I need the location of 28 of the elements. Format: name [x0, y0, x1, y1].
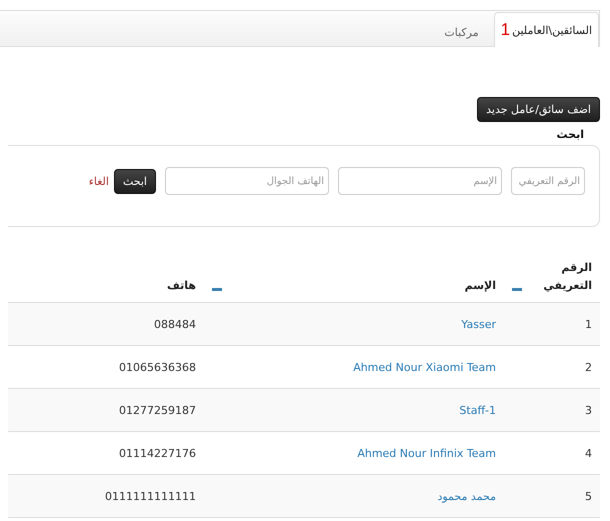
add-driver-button[interactable]: اضف سائق/عامل جديد: [477, 97, 600, 122]
search-field[interactable]: الرقم التعريفي: [511, 167, 585, 195]
column-header: الإسم: [464, 278, 496, 294]
table-cell-text: 0111111111111: [104, 490, 196, 503]
name-link[interactable]: Yasser: [461, 318, 496, 331]
table-cell-text: 01065636368: [118, 360, 196, 374]
sort-icon[interactable]: [512, 288, 522, 292]
table-cell: 3: [585, 404, 592, 417]
table-cell: 1: [585, 318, 592, 331]
search-button[interactable]: ابحث: [114, 168, 156, 194]
name-link[interactable]: Ahmed Nour Infinix Team: [357, 446, 496, 460]
column-header: هاتف: [167, 278, 196, 294]
table-cell: 5: [585, 490, 592, 503]
table-cell-text: 01277259187: [118, 404, 196, 417]
search-field[interactable]: الإسم: [338, 167, 502, 195]
table-cell-text: 088484: [153, 318, 196, 331]
table-cell-text: 01114227176: [118, 446, 196, 460]
cancel-link[interactable]: الغاء: [88, 174, 109, 188]
name-link[interactable]: Staff-1: [459, 404, 496, 417]
search-title: ابحث: [556, 127, 585, 141]
table-cell: 4: [585, 446, 592, 460]
search-field[interactable]: الهاتف الجوال: [165, 167, 329, 195]
tab[interactable]: مركبات: [437, 16, 486, 47]
sort-icon[interactable]: [212, 288, 222, 292]
column-header: الرقم التعريفي: [542, 260, 592, 294]
table-cell: 2: [585, 360, 592, 374]
name-link[interactable]: Ahmed Nour Xiaomi Team: [353, 360, 496, 374]
name-link[interactable]: محمد محمود: [437, 490, 496, 503]
